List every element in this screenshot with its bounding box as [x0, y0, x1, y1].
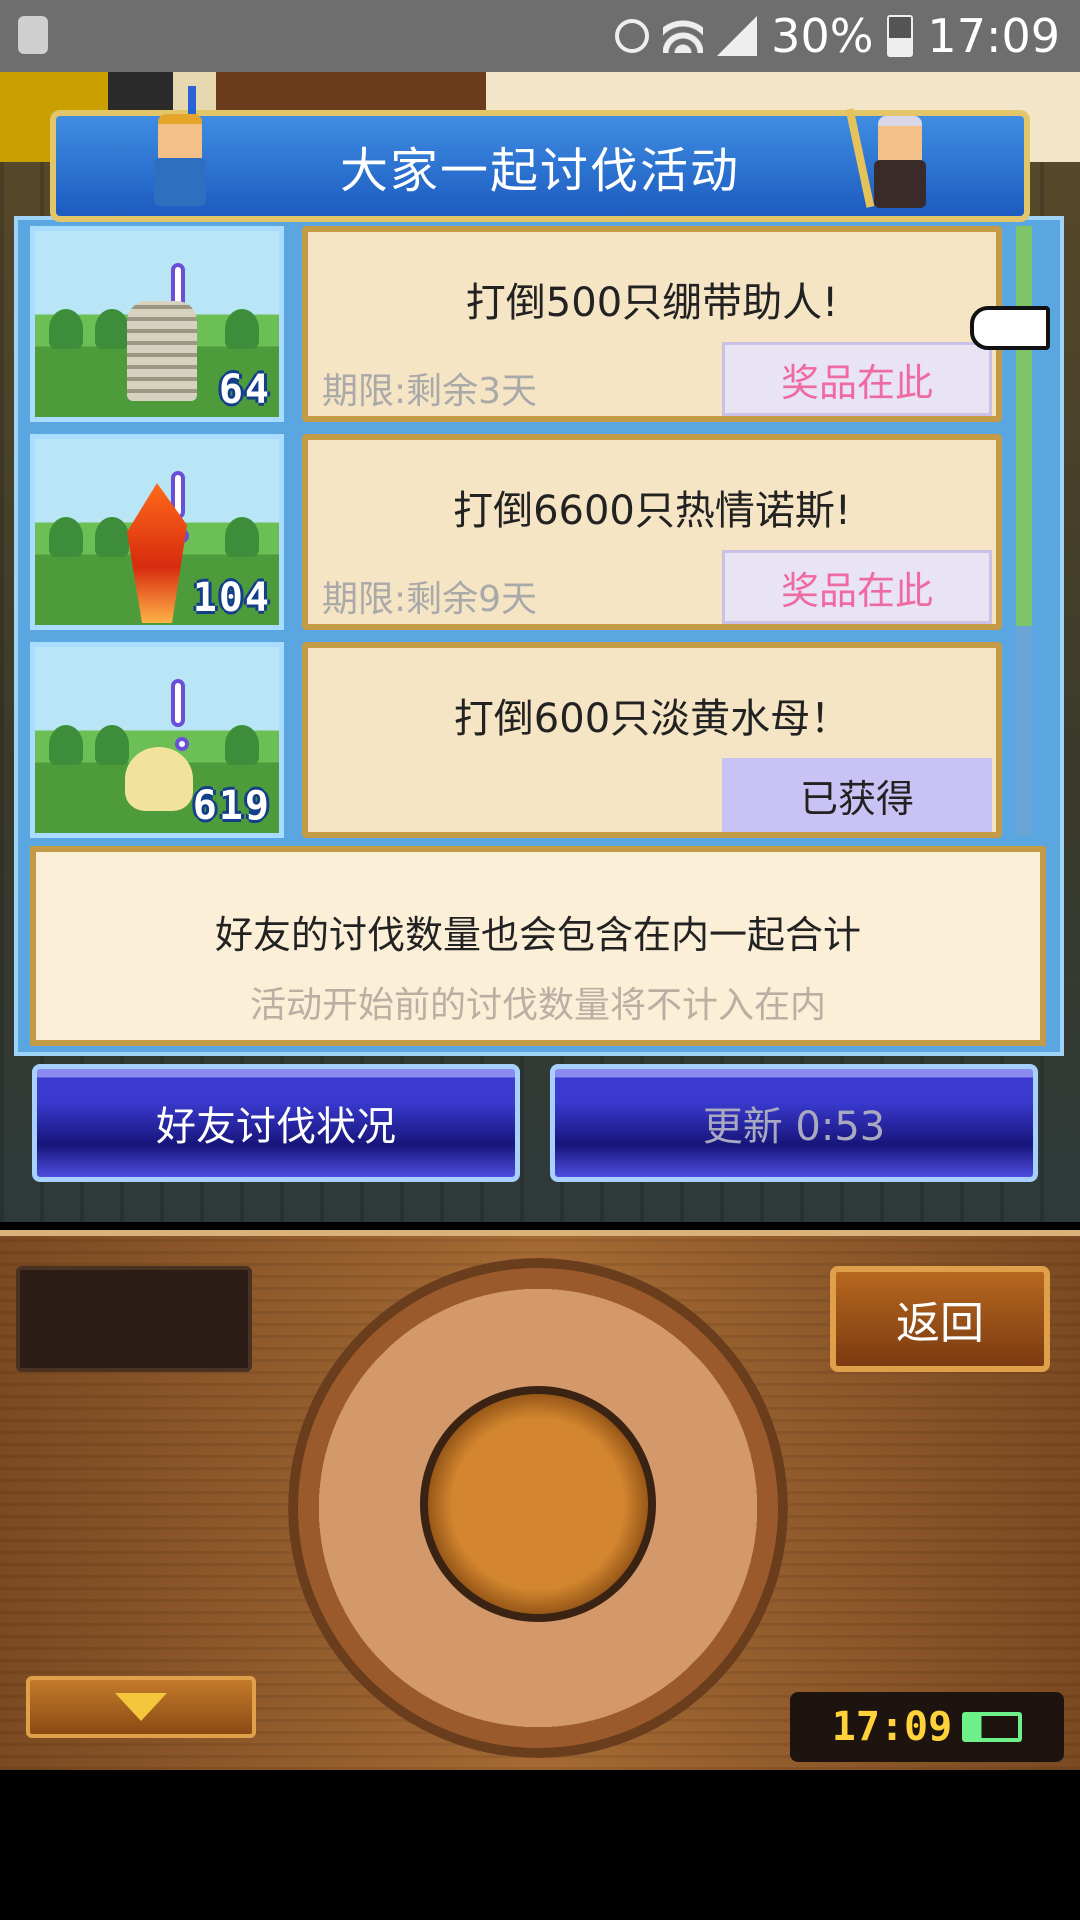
hero-sword-sprite: [132, 86, 228, 214]
status-right: 30% 17:09: [615, 8, 1060, 64]
defeat-count: 104: [192, 575, 271, 621]
quest-deadline: 期限:剩余3天: [322, 371, 538, 412]
quest-title: 打倒600只淡黄水母！: [453, 696, 851, 742]
quest-row: 619 打倒600只淡黄水母！ 已获得: [30, 642, 1020, 842]
note-sub-text: 活动开始前的讨伐数量将不计入在内: [249, 985, 826, 1026]
status-time: 17:09: [927, 9, 1060, 63]
friends-status-button[interactable]: 好友讨伐状况: [32, 1064, 520, 1182]
update-button[interactable]: 更新 0:53: [550, 1064, 1038, 1182]
quest-row: 64 打倒500只绷带助人! 期限:剩余3天 奖品在此: [30, 226, 1020, 426]
wifi-icon: [663, 19, 704, 53]
signal-icon: [717, 16, 758, 56]
battery-percent: 30%: [771, 9, 874, 63]
status-bar: 30% 17:09: [0, 0, 1080, 72]
device-clock: 17:09: [790, 1692, 1064, 1762]
defeat-count: 64: [218, 367, 271, 413]
note-main-text: 好友的讨伐数量也会包含在内一起合计: [214, 913, 861, 957]
quest-card: 打倒6600只热情诺斯! 期限:剩余9天 奖品在此: [302, 434, 1002, 630]
hero-mage-sprite: [845, 98, 948, 216]
quest-deadline: 期限:剩余9天: [322, 579, 538, 620]
quest-title: 打倒500只绷带助人!: [465, 280, 839, 326]
obtained-button[interactable]: 已获得: [722, 758, 992, 832]
dpad-center-button[interactable]: [420, 1386, 656, 1622]
exclamation-icon: [171, 679, 189, 751]
quest-title: 打倒6600只热情诺斯!: [453, 488, 851, 534]
quest-card: 打倒600只淡黄水母！ 已获得: [302, 642, 1002, 838]
defeat-count: 619: [192, 783, 271, 829]
monster-thumbnail: 104: [30, 434, 284, 630]
notification-icon: [18, 16, 48, 54]
battery-icon: [962, 1712, 1023, 1742]
menu-down-button[interactable]: [26, 1676, 256, 1738]
page-title: 大家一起讨伐活动: [339, 143, 740, 199]
scroll-thumb[interactable]: [1016, 226, 1032, 626]
alarm-icon: [615, 19, 650, 53]
mummy-monster-icon: [127, 301, 197, 401]
quest-card: 打倒500只绷带助人! 期限:剩余3天 奖品在此: [302, 226, 1002, 422]
controller-panel: 返回 17:09: [0, 1230, 1080, 1770]
down-arrow-icon: [115, 1693, 167, 1721]
pointing-hand-icon: [970, 306, 1050, 350]
monster-thumbnail: 64: [30, 226, 284, 422]
back-button[interactable]: 返回: [830, 1266, 1050, 1372]
screen-slot: [16, 1266, 252, 1372]
info-note: 好友的讨伐数量也会包含在内一起合计 活动开始前的讨伐数量将不计入在内: [30, 846, 1046, 1046]
prize-button[interactable]: 奖品在此: [722, 342, 992, 416]
monster-thumbnail: 619: [30, 642, 284, 838]
battery-icon: [887, 15, 914, 57]
quest-row: 104 打倒6600只热情诺斯! 期限:剩余9天 奖品在此: [30, 434, 1020, 634]
jellyfish-monster-icon: [125, 747, 193, 811]
device-clock-time: 17:09: [831, 1704, 953, 1750]
prize-button[interactable]: 奖品在此: [722, 550, 992, 624]
